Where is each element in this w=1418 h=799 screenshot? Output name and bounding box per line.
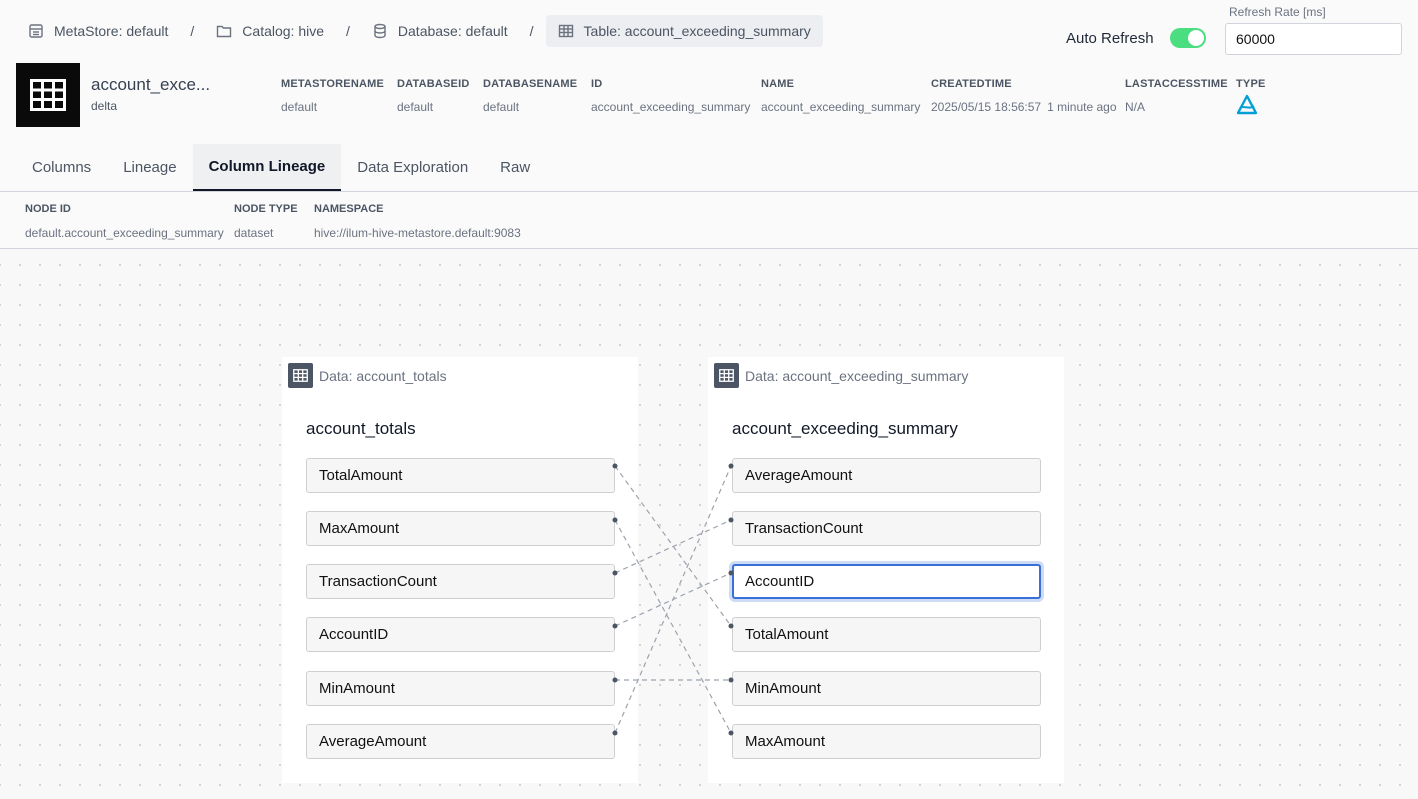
auto-refresh-label: Auto Refresh	[1066, 29, 1154, 47]
created-time: 2025/05/15 18:56:57	[931, 100, 1042, 114]
breadcrumb-label: MetaStore: default	[54, 23, 169, 39]
namespace-info: NAMESPACE hive://ilum-hive-metastore.def…	[314, 203, 521, 240]
auto-refresh-toggle[interactable]	[1169, 28, 1206, 48]
breadcrumb-separator: /	[346, 23, 350, 39]
node-info-head: NODE ID	[25, 203, 71, 215]
delta-lake-icon	[1236, 94, 1258, 115]
target-node[interactable]: Data: account_exceeding_summary account_…	[708, 357, 1064, 783]
meta-head: DATABASEID	[397, 78, 470, 90]
meta-lastaccesstime: LASTACCESSTIME N/A	[1125, 78, 1228, 114]
table-grid-icon	[30, 79, 66, 111]
tab-columns[interactable]: Columns	[16, 144, 107, 191]
tab-lineage[interactable]: Lineage	[107, 144, 192, 191]
meta-value: account_exceeding_summary	[591, 100, 751, 114]
breadcrumb-separator: /	[190, 23, 195, 39]
source-field[interactable]: TotalAmount	[306, 458, 615, 493]
meta-id: ID account_exceeding_summary	[591, 78, 750, 114]
source-node-header: Data: account_totals	[288, 363, 447, 388]
breadcrumb-catalog[interactable]: Catalog: hive	[206, 15, 334, 47]
dataset-icon	[714, 363, 739, 388]
target-node-header-label: Data: account_exceeding_summary	[745, 367, 969, 384]
refresh-rate-input[interactable]	[1225, 23, 1402, 55]
node-type-info: NODE TYPE dataset	[234, 203, 298, 240]
target-field-selected[interactable]: AccountID	[732, 564, 1041, 599]
node-info-value: default.account_exceeding_summary	[25, 226, 224, 240]
created-relative: 1 minute ago	[1047, 100, 1117, 114]
meta-head: METASTORENAME	[281, 78, 385, 90]
breadcrumb-metastore[interactable]: MetaStore: default	[18, 15, 178, 47]
node-info-value: hive://ilum-hive-metastore.default:9083	[314, 226, 521, 240]
tab-bar: Columns Lineage Column Lineage Data Expl…	[16, 144, 546, 191]
meta-value: default	[483, 100, 520, 114]
tab-column-lineage[interactable]: Column Lineage	[192, 144, 342, 191]
table-icon	[558, 24, 573, 38]
table-format: delta	[91, 99, 118, 113]
table-name: account_exce...	[91, 75, 211, 94]
tab-data-exploration[interactable]: Data Exploration	[341, 144, 484, 191]
meta-head: LASTACCESSTIME	[1125, 78, 1228, 90]
breadcrumb-label: Database: default	[397, 23, 508, 39]
refresh-rate-label: Refresh Rate [ms]	[1229, 5, 1326, 19]
breadcrumb-separator: /	[529, 23, 534, 39]
meta-value: account_exceeding_summary	[761, 100, 921, 114]
meta-head: ID	[591, 78, 603, 90]
meta-databasename: DATABASENAME default	[483, 78, 577, 114]
breadcrumb-table[interactable]: Table: account_exceeding_summary	[545, 15, 823, 47]
node-id-info: NODE ID default.account_exceeding_summar…	[25, 203, 224, 240]
source-node[interactable]: Data: account_totals account_totals Tota…	[282, 357, 638, 783]
breadcrumb-label: Table: account_exceeding_summary	[583, 23, 811, 39]
source-field[interactable]: MinAmount	[306, 671, 615, 706]
dataset-icon	[288, 363, 313, 388]
breadcrumb-database[interactable]: Database: default	[362, 15, 518, 47]
folder-icon	[217, 25, 232, 38]
meta-createdtime: CREATEDTIME 2025/05/15 18:56:57 1 minute …	[931, 78, 1117, 114]
target-field[interactable]: TotalAmount	[732, 617, 1041, 652]
meta-head: NAME	[761, 78, 795, 90]
tab-divider	[0, 191, 1418, 192]
meta-value: N/A	[1125, 100, 1146, 114]
breadcrumb-label: Catalog: hive	[242, 23, 325, 39]
database-icon	[374, 23, 386, 39]
table-logo	[16, 63, 80, 127]
meta-head: DATABASENAME	[483, 78, 578, 90]
target-node-header: Data: account_exceeding_summary	[714, 363, 968, 388]
auto-refresh: Auto Refresh	[1066, 28, 1206, 48]
source-field[interactable]: MaxAmount	[306, 511, 615, 546]
node-info-value: dataset	[234, 226, 274, 240]
meta-name: NAME account_exceeding_summary	[761, 78, 920, 114]
source-node-header-label: Data: account_totals	[319, 367, 447, 384]
target-field[interactable]: TransactionCount	[732, 511, 1041, 546]
node-info-head: NODE TYPE	[234, 203, 298, 215]
node-info-head: NAMESPACE	[314, 203, 384, 215]
page: MetaStore: default / Catalog: hive / Dat…	[0, 0, 1418, 799]
target-field[interactable]: AverageAmount	[732, 458, 1041, 493]
meta-head: CREATEDTIME	[931, 78, 1012, 90]
target-field[interactable]: MaxAmount	[732, 724, 1041, 759]
source-field[interactable]: AccountID	[306, 617, 615, 652]
target-node-title: account_exceeding_summary	[732, 419, 958, 438]
source-field[interactable]: TransactionCount	[306, 564, 615, 599]
source-field[interactable]: AverageAmount	[306, 724, 615, 759]
source-node-title: account_totals	[306, 419, 416, 438]
meta-value: default	[397, 100, 434, 114]
meta-value: default	[281, 100, 318, 114]
target-field[interactable]: MinAmount	[732, 671, 1041, 706]
tab-raw[interactable]: Raw	[484, 144, 546, 191]
breadcrumb: MetaStore: default / Catalog: hive / Dat…	[18, 15, 823, 47]
meta-head: TYPE	[1236, 78, 1266, 90]
meta-databaseid: DATABASEID default	[397, 78, 469, 114]
meta-type: TYPE	[1236, 78, 1266, 121]
meta-metastorename: METASTORENAME default	[281, 78, 384, 114]
meta-value: 2025/05/15 18:56:57 1 minute ago	[931, 100, 1117, 114]
metastore-icon	[29, 24, 43, 38]
